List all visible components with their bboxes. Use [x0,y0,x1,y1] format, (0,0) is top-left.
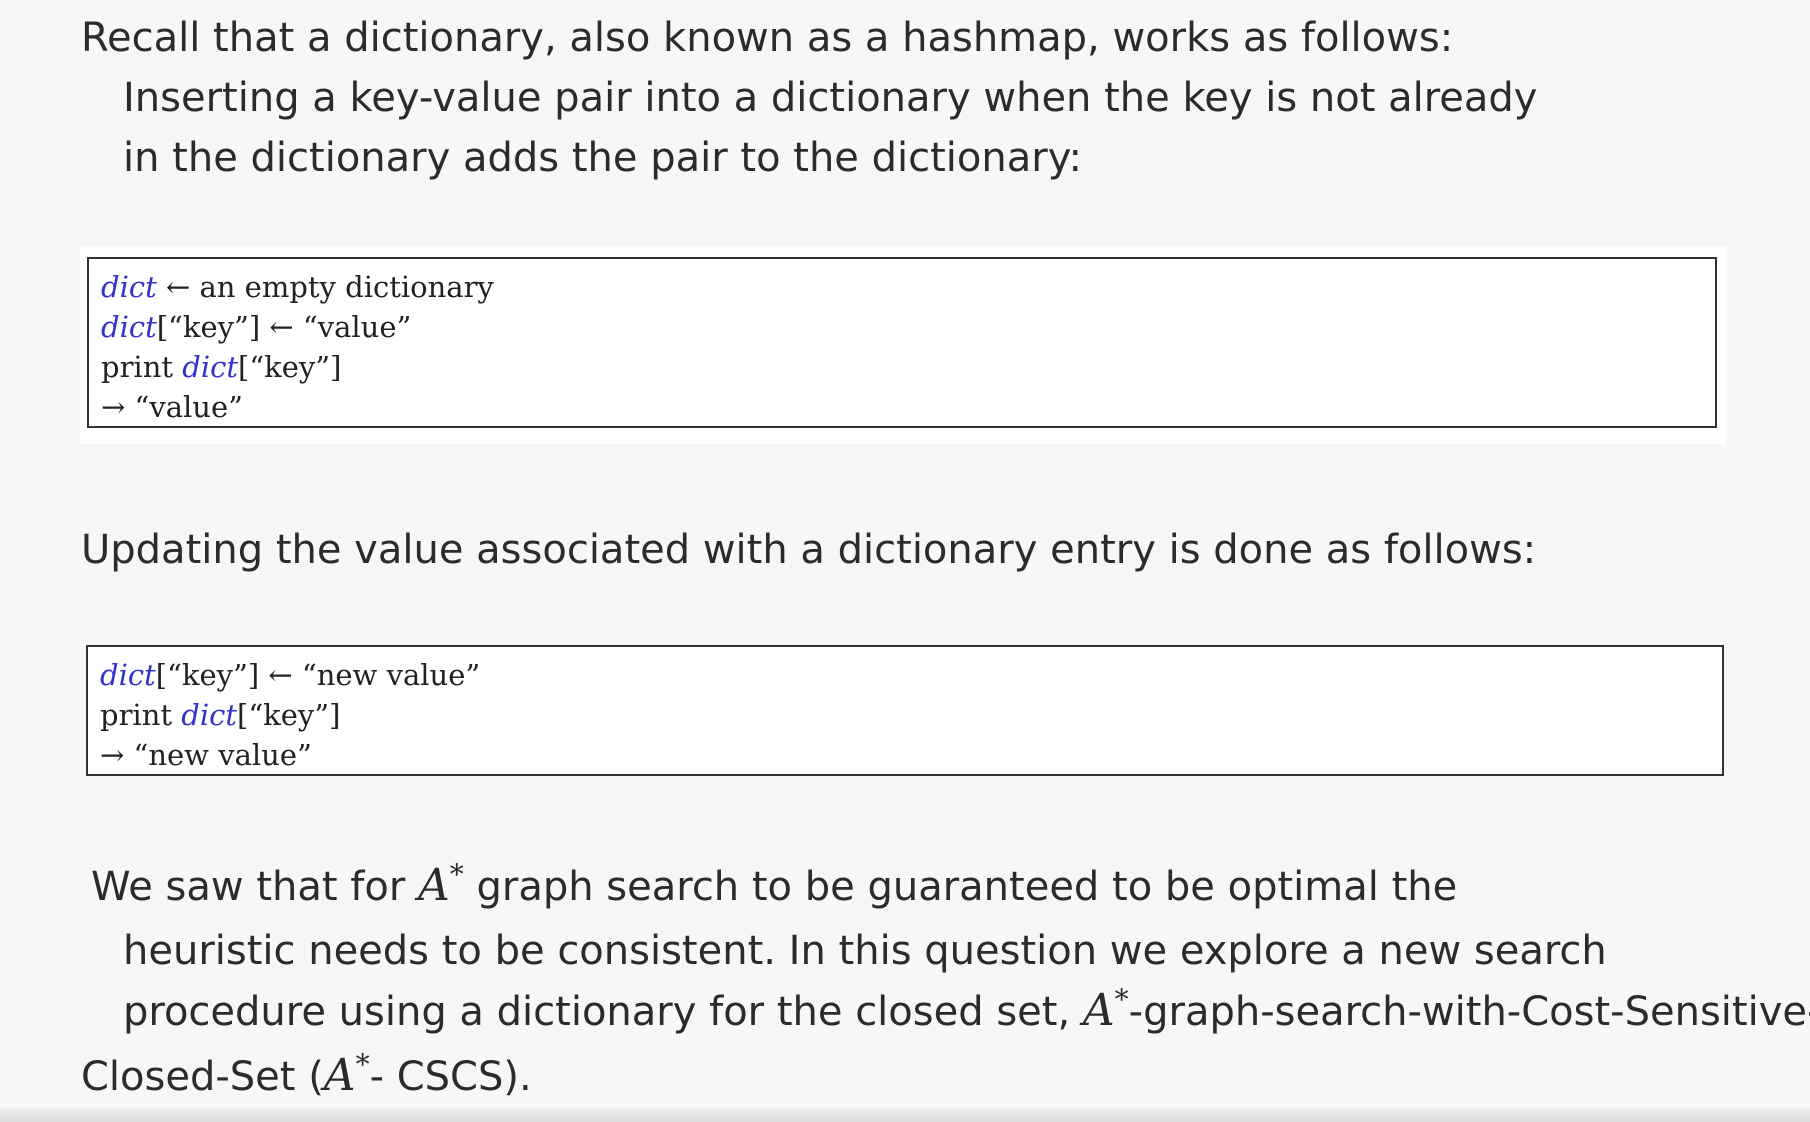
code-keyword: print [100,698,182,732]
intro-line-3: in the dictionary adds the pair to the d… [123,135,1082,181]
text-span: We saw that for [91,864,418,910]
code-line: dict[“key”] ← “value” [101,307,1715,347]
closing-paragraph: We saw that for A* graph search to be gu… [81,856,1810,1111]
code-line: print dict[“key”] [101,347,1715,387]
closing-line-2: heuristic needs to be consistent. In thi… [123,928,1607,974]
code-variable: dict [101,310,157,344]
text-span: -graph-search-with-Cost-Sensitive- [1128,989,1810,1035]
code-line: print dict[“key”] [100,695,1722,735]
code-text: [“key”] ← “new value” [155,658,481,692]
code-text: [“key”] [238,350,342,384]
code-line: dict ← an empty dictionary [101,267,1715,307]
text-span: procedure using a dictionary for the clo… [123,989,1083,1035]
text-span: graph search to be guaranteed to be opti… [463,864,1458,910]
math-star: * [355,1048,370,1081]
code-text: [“key”] [237,698,341,732]
document-page: Recall that a dictionary, also known as … [0,0,1810,1122]
math-star: * [1114,983,1129,1016]
code-block-insert: dict ← an empty dictionary dict[“key”] ←… [87,257,1717,428]
update-paragraph: Updating the value associated with a dic… [81,527,1537,573]
math-symbol-a: A [1082,985,1115,1036]
closing-line-1: We saw that for A* graph search to be gu… [81,856,1810,921]
closing-line-4: Closed-Set (A*- CSCS). [81,1046,1810,1111]
math-symbol-a: A [323,1050,356,1101]
text-span: Closed-Set ( [81,1054,324,1100]
code-keyword: print [101,350,183,384]
code-text: ← an empty dictionary [156,270,494,304]
math-star: * [449,858,464,891]
bottom-edge-shadow [0,1108,1810,1122]
code-variable: dict [100,658,156,692]
intro-paragraph: Recall that a dictionary, also known as … [81,8,1537,188]
math-symbol-a: A [417,860,450,911]
code-text: [“key”] ← “value” [156,310,412,344]
code-block-update: dict[“key”] ← “new value” print dict[“ke… [86,645,1724,776]
intro-line-1: Recall that a dictionary, also known as … [81,15,1454,61]
intro-line-2: Inserting a key-value pair into a dictio… [123,75,1538,121]
text-span: - CSCS). [369,1054,532,1100]
code-variable: dict [181,698,237,732]
code-line: dict[“key”] ← “new value” [100,655,1722,695]
code-variable: dict [182,350,238,384]
closing-line-3: procedure using a dictionary for the clo… [81,981,1810,1046]
code-variable: dict [101,270,157,304]
code-output-line: → “value” [101,390,243,424]
code-output-line: → “new value” [100,738,312,772]
